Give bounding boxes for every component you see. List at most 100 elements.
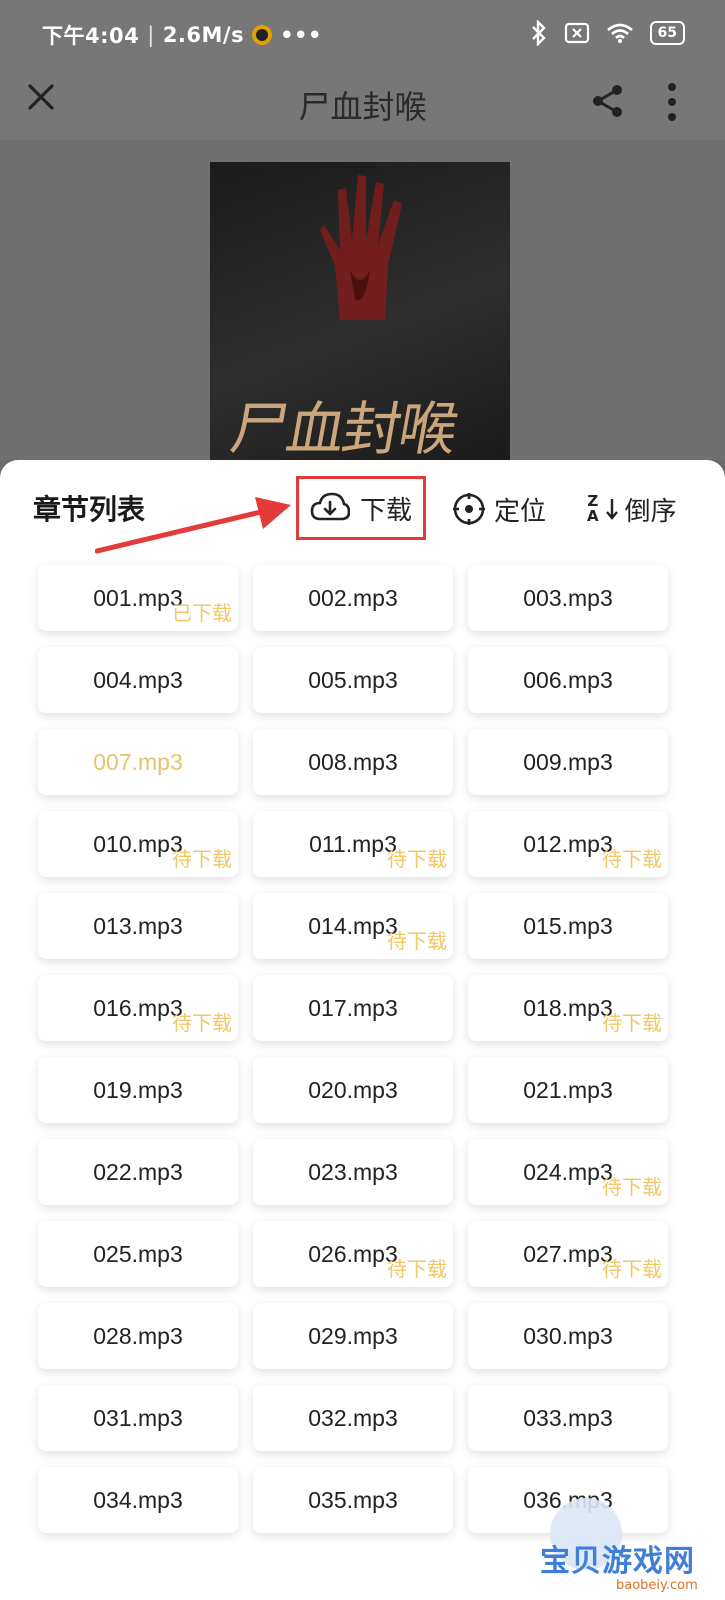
chapter-item[interactable]: 004.mp3 [38,647,238,713]
chapter-item[interactable]: 019.mp3 [38,1057,238,1123]
chapter-name: 033.mp3 [523,1404,613,1431]
chapter-name: 021.mp3 [523,1076,613,1103]
chapter-name: 007.mp3 [93,748,183,775]
download-status-badge: 待下载 [602,847,662,871]
chapter-name: 005.mp3 [308,666,398,693]
chapter-item[interactable]: 027.mp3 待下载 [468,1221,668,1287]
chapter-item[interactable]: 009.mp3 [468,729,668,795]
chapter-item[interactable]: 023.mp3 [253,1139,453,1205]
chapter-name: 024.mp3 [523,1158,613,1185]
chapter-name: 028.mp3 [93,1322,183,1349]
share-icon[interactable] [591,84,625,118]
status-network-speed: 2.6M/s [162,23,245,47]
chapter-item[interactable]: 034.mp3 [38,1467,238,1533]
chapter-name: 001.mp3 [93,584,183,611]
chapter-name: 032.mp3 [308,1404,398,1431]
site-watermark: 宝贝游戏网 baobeiy.com [540,1498,715,1594]
chapter-name: 003.mp3 [523,584,613,611]
chapter-item[interactable]: 021.mp3 [468,1057,668,1123]
chapter-item[interactable]: 002.mp3 [253,565,453,631]
download-status-badge: 待下载 [602,1011,662,1035]
chapter-name: 030.mp3 [523,1322,613,1349]
chapter-item[interactable]: 035.mp3 [253,1467,453,1533]
chapter-name: 026.mp3 [308,1240,398,1267]
chapter-name: 035.mp3 [308,1486,398,1513]
chapter-name: 017.mp3 [308,994,398,1021]
chapter-item[interactable]: 017.mp3 [253,975,453,1041]
wifi-icon [606,23,633,43]
chapter-grid: 001.mp3 已下载 002.mp3 003.mp3 004.mp3 005.mp3 00… [38,565,678,1533]
sim-icon [564,22,589,44]
status-left: 下午4:04 | 2.6M/s ••• [42,20,322,50]
annotation-arrow-icon [95,497,291,554]
chapter-name: 022.mp3 [93,1158,183,1185]
more-options-icon[interactable] [667,82,677,122]
chapter-name: 002.mp3 [308,584,398,611]
download-status-badge: 待下载 [387,929,447,953]
status-bar: 下午4:04 | 2.6M/s ••• 65 [0,0,725,70]
reverse-order-button[interactable]: Z A 倒序 [587,482,677,536]
download-button[interactable]: 下载 [296,476,426,540]
chapter-item[interactable]: 024.mp3 待下载 [468,1139,668,1205]
chapter-item[interactable]: 003.mp3 [468,565,668,631]
chapter-item[interactable]: 014.mp3 待下载 [253,893,453,959]
battery-icon: 65 [649,21,685,45]
chapter-item[interactable]: 010.mp3 待下载 [38,811,238,877]
chapter-item[interactable]: 018.mp3 待下载 [468,975,668,1041]
status-separator: | [147,23,155,47]
download-label: 下载 [359,495,412,526]
download-status-badge: 待下载 [172,1011,232,1035]
download-status-badge: 待下载 [387,1257,447,1281]
chapter-item[interactable]: 012.mp3 待下载 [468,811,668,877]
reverse-label: 倒序 [624,496,677,527]
chapter-item[interactable]: 013.mp3 [38,893,238,959]
chapter-item[interactable]: 032.mp3 [253,1385,453,1451]
chapter-item[interactable]: 016.mp3 待下载 [38,975,238,1041]
chapter-item[interactable]: 008.mp3 [253,729,453,795]
book-hero: 尸血封喉 [0,140,725,462]
chapter-item[interactable]: 025.mp3 [38,1221,238,1287]
chapter-item[interactable]: 029.mp3 [253,1303,453,1369]
chapter-item[interactable]: 026.mp3 待下载 [253,1221,453,1287]
chapter-item[interactable]: 001.mp3 已下载 [38,565,238,631]
chapter-name: 006.mp3 [523,666,613,693]
chapter-name: 027.mp3 [523,1240,613,1267]
chapter-name: 009.mp3 [523,748,613,775]
download-status-badge: 待下载 [602,1175,662,1199]
chapter-item[interactable]: 030.mp3 [468,1303,668,1369]
chapter-item[interactable]: 028.mp3 [38,1303,238,1369]
chapter-item[interactable]: 007.mp3 [38,729,238,795]
chapter-item[interactable]: 033.mp3 [468,1385,668,1451]
download-status-badge: 已下载 [172,601,232,625]
bluetooth-icon [531,20,546,46]
chapter-name: 025.mp3 [93,1240,183,1267]
chapter-item[interactable]: 005.mp3 [253,647,453,713]
chapter-name: 016.mp3 [93,994,183,1021]
chapter-name: 011.mp3 [309,830,397,857]
chapter-name: 015.mp3 [523,912,613,939]
watermark-url: baobeiy.com [616,1578,698,1593]
locate-button[interactable]: 定位 [452,482,546,536]
chapter-list-header: 章节列表 下载 定位 Z A 倒序 [0,460,725,560]
chapter-name: 013.mp3 [93,912,183,939]
cloud-download-icon [310,492,350,521]
chapter-item[interactable]: 022.mp3 [38,1139,238,1205]
chapter-item[interactable]: 031.mp3 [38,1385,238,1451]
chapter-item[interactable]: 011.mp3 待下载 [253,811,453,877]
chapter-name: 019.mp3 [93,1076,183,1103]
chapter-name: 004.mp3 [93,666,183,693]
chapter-item[interactable]: 015.mp3 [468,893,668,959]
app-notification-icon [252,25,273,45]
chapter-item[interactable]: 020.mp3 [253,1057,453,1123]
chapter-name: 014.mp3 [308,912,398,939]
chapter-name: 031.mp3 [93,1404,183,1431]
sort-down-arrow-icon [605,499,618,520]
locate-icon [453,493,485,525]
chapter-name: 020.mp3 [308,1076,398,1103]
chapter-item[interactable]: 006.mp3 [468,647,668,713]
chapter-name: 034.mp3 [93,1486,183,1513]
cover-title-text: 尸血封喉 [225,395,462,462]
bloody-hand-graphic [320,175,402,320]
book-cover-image: 尸血封喉 [210,162,510,462]
chapter-name: 018.mp3 [523,994,613,1021]
